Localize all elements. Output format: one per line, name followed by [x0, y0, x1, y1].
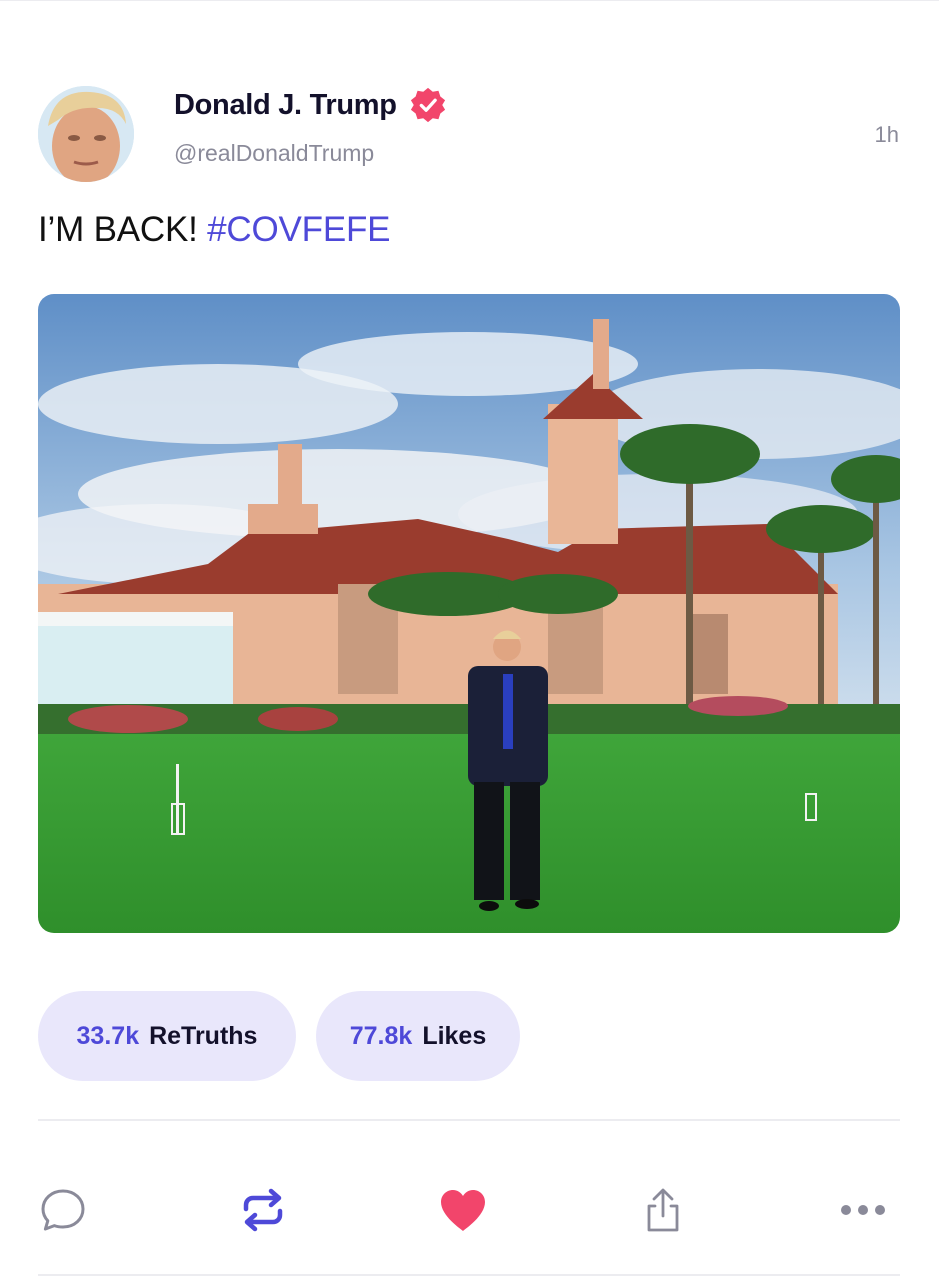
author-name[interactable]: Donald J. Trump [174, 89, 397, 122]
post-body: I’M BACK! [38, 210, 208, 249]
retruths-stat[interactable]: 33.7k ReTruths [38, 991, 296, 1081]
likes-stat[interactable]: 77.8k Likes [316, 991, 520, 1081]
stats-divider [38, 1119, 900, 1121]
retruths-count: 33.7k [76, 1021, 140, 1050]
more-button[interactable] [835, 1182, 891, 1238]
share-upload-icon [647, 1188, 679, 1232]
post-timestamp: 1h [874, 122, 899, 147]
likes-count: 77.8k [349, 1021, 413, 1050]
ellipsis-icon [841, 1205, 885, 1215]
top-divider [0, 0, 939, 1]
avatar[interactable] [38, 86, 134, 182]
heart-icon [441, 1190, 485, 1231]
like-button[interactable] [435, 1182, 491, 1238]
retruths-label: ReTruths [149, 1021, 258, 1050]
post-text: I’M BACK! #COVFEFE [38, 210, 391, 250]
share-button[interactable] [635, 1182, 691, 1238]
post-photo[interactable] [38, 294, 900, 933]
footer-divider [38, 1274, 900, 1276]
reply-button[interactable] [35, 1182, 91, 1238]
verified-badge-icon [410, 87, 445, 123]
likes-label: Likes [422, 1021, 487, 1050]
hashtag-link[interactable]: #COVFEFE [207, 210, 390, 249]
repost-arrows-icon [243, 1188, 283, 1232]
author-handle[interactable]: @realDonaldTrump [174, 140, 374, 167]
speech-bubble-icon [41, 1189, 85, 1231]
retruth-button[interactable] [235, 1182, 291, 1238]
